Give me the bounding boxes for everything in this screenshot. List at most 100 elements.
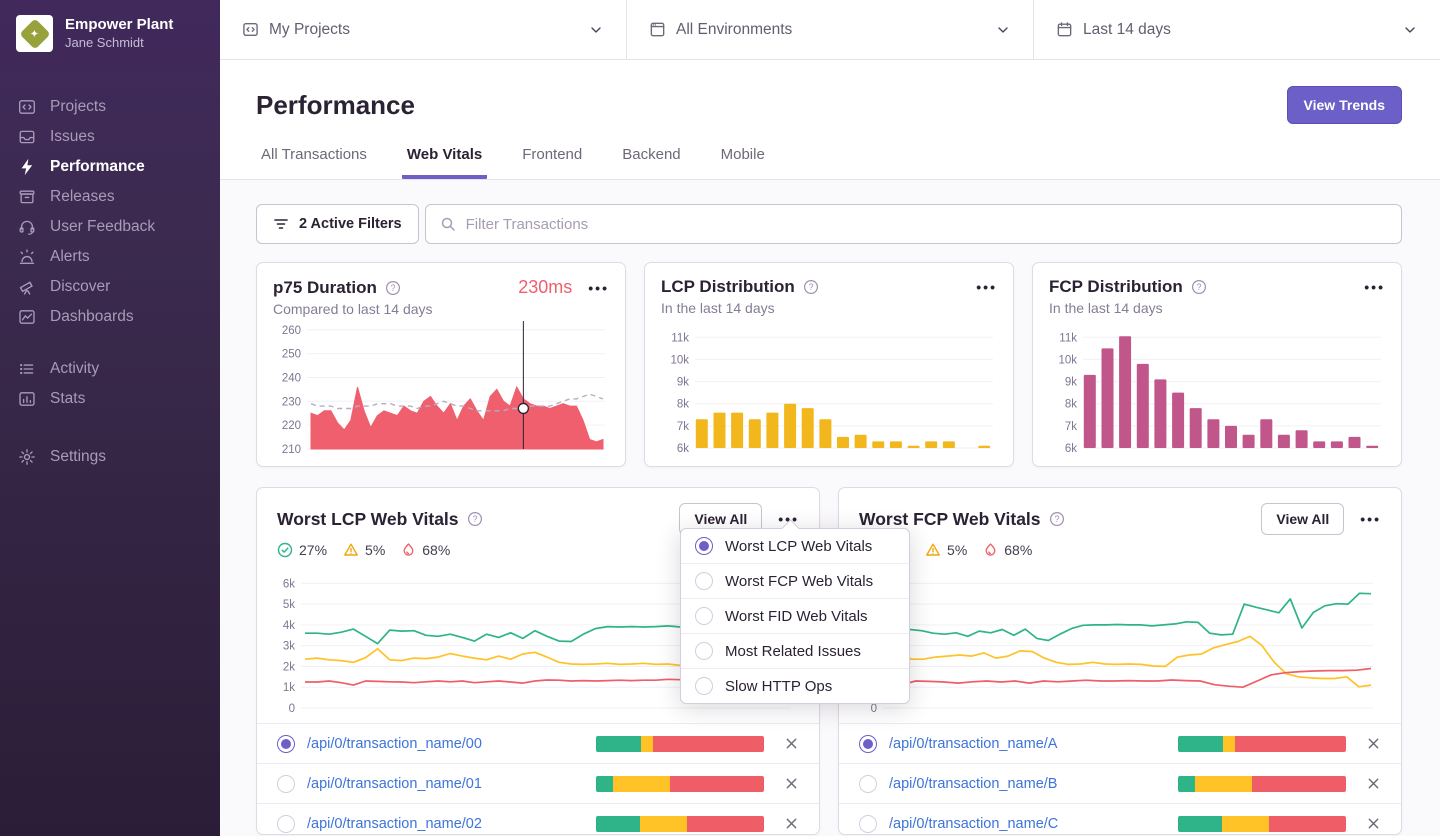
view-all-button[interactable]: View All — [1261, 503, 1345, 535]
sidebar: ✦ Empower Plant Jane Schmidt Projects Is… — [0, 0, 220, 836]
svg-text:9k: 9k — [677, 377, 689, 389]
view-trends-button[interactable]: View Trends — [1286, 86, 1402, 124]
org-name: Empower Plant — [65, 16, 174, 33]
chevron-down-icon — [998, 26, 1008, 33]
flame-icon — [403, 543, 414, 556]
svg-text:7k: 7k — [677, 421, 689, 433]
vitals-breakdown-bar — [596, 735, 764, 752]
project-selector[interactable]: My Projects — [220, 0, 626, 59]
help-icon[interactable]: ? — [1191, 279, 1207, 295]
flame-icon — [985, 543, 996, 556]
sidebar-item-issues[interactable]: Issues — [0, 122, 220, 152]
transaction-radio[interactable] — [277, 774, 295, 793]
card-title: LCP Distribution — [661, 277, 795, 296]
sidebar-item-dashboards[interactable]: Dashboards — [0, 302, 220, 332]
card-title: FCP Distribution — [1049, 277, 1183, 296]
tab-frontend[interactable]: Frontend — [517, 146, 587, 179]
sidebar-item-performance[interactable]: Performance — [0, 152, 220, 182]
page-title: Performance — [256, 89, 415, 120]
transaction-link[interactable]: /api/0/transaction_name/00 — [307, 736, 596, 752]
page-header: Performance View Trends All Transactions… — [220, 60, 1440, 180]
svg-text:?: ? — [390, 283, 395, 293]
svg-text:11k: 11k — [671, 332, 689, 344]
svg-text:0: 0 — [871, 703, 877, 715]
sidebar-item-releases[interactable]: Releases — [0, 182, 220, 212]
p75-value: 230ms — [518, 277, 573, 297]
transaction-radio[interactable] — [859, 734, 877, 753]
date-range-selector[interactable]: Last 14 days — [1033, 0, 1440, 59]
performance-icon — [21, 158, 33, 176]
active-filters-button[interactable]: 2 Active Filters — [256, 204, 419, 244]
close-icon[interactable] — [1366, 816, 1381, 831]
meh-stat: 5% — [925, 542, 967, 558]
user-feedback-icon — [19, 220, 35, 235]
search-icon — [441, 217, 455, 231]
close-icon[interactable] — [1366, 776, 1381, 791]
close-icon[interactable] — [784, 816, 799, 831]
card-menu-button[interactable]: ••• — [1356, 278, 1385, 296]
svg-text:2k: 2k — [283, 661, 295, 673]
close-icon[interactable] — [1366, 736, 1381, 751]
transaction-link[interactable]: /api/0/transaction_name/02 — [307, 816, 596, 832]
stats-icon — [19, 392, 35, 406]
tab-web-vitals[interactable]: Web Vitals — [401, 146, 488, 179]
help-icon[interactable]: ? — [385, 280, 401, 296]
global-filter-bar: My Projects All Environments Last 14 day… — [220, 0, 1440, 60]
tab-mobile[interactable]: Mobile — [716, 146, 770, 179]
svg-text:4k: 4k — [283, 620, 295, 632]
environment-selector[interactable]: All Environments — [626, 0, 1033, 59]
svg-text:7k: 7k — [1065, 421, 1077, 433]
svg-text:6k: 6k — [283, 578, 295, 590]
search-input[interactable] — [465, 215, 1387, 233]
transaction-list: /api/0/transaction_name/A /api/0/transac… — [839, 723, 1401, 834]
help-icon[interactable]: ? — [803, 279, 819, 295]
menu-item-most-related-issues[interactable]: Most Related Issues — [681, 633, 909, 668]
sidebar-item-stats[interactable]: Stats — [0, 384, 220, 414]
help-icon[interactable]: ? — [1049, 511, 1065, 527]
lcp-distribution-card: LCP Distribution ? ••• In the last 14 da… — [644, 262, 1014, 467]
close-icon[interactable] — [784, 736, 799, 751]
dashboards-icon — [19, 310, 35, 324]
transaction-radio[interactable] — [859, 814, 877, 833]
transaction-link[interactable]: /api/0/transaction_name/01 — [307, 776, 596, 792]
p75-duration-card: p75 Duration ? 230ms ••• Compared to las… — [256, 262, 626, 467]
card-subtitle: In the last 14 days — [1049, 300, 1163, 316]
help-icon[interactable]: ? — [467, 511, 483, 527]
transaction-radio[interactable] — [859, 774, 877, 793]
vitals-breakdown-bar — [596, 775, 764, 792]
menu-item-worst-fid[interactable]: Worst FID Web Vitals — [681, 598, 909, 633]
close-icon[interactable] — [784, 776, 799, 791]
card-menu-button[interactable]: ••• — [1352, 510, 1381, 528]
table-row: /api/0/transaction_name/02 — [257, 803, 819, 834]
org-logo-icon: ✦ — [16, 15, 53, 52]
transaction-search — [424, 204, 1402, 244]
org-switcher[interactable]: ✦ Empower Plant Jane Schmidt — [0, 0, 220, 62]
card-menu-button[interactable]: ••• — [580, 279, 609, 297]
svg-text:240: 240 — [282, 372, 301, 384]
transaction-link[interactable]: /api/0/transaction_name/A — [889, 736, 1178, 752]
svg-text:8k: 8k — [677, 399, 689, 411]
transaction-link[interactable]: /api/0/transaction_name/B — [889, 776, 1178, 792]
sidebar-item-activity[interactable]: Activity — [0, 354, 220, 384]
transaction-radio[interactable] — [277, 734, 295, 753]
worst-fcp-chart: 01k2k3k4k5k6k — [865, 578, 1373, 715]
menu-item-slow-http-ops[interactable]: Slow HTTP Ops — [681, 668, 909, 703]
transaction-radio[interactable] — [277, 814, 295, 833]
tab-all-transactions[interactable]: All Transactions — [256, 146, 372, 179]
transaction-link[interactable]: /api/0/transaction_name/C — [889, 816, 1178, 832]
sidebar-item-discover[interactable]: Discover — [0, 272, 220, 302]
svg-text:220: 220 — [282, 420, 301, 432]
menu-item-worst-lcp[interactable]: Worst LCP Web Vitals — [681, 529, 909, 563]
sidebar-item-projects[interactable]: Projects — [0, 92, 220, 122]
menu-radio — [695, 642, 713, 660]
sidebar-item-user-feedback[interactable]: User Feedback — [0, 212, 220, 242]
menu-item-worst-fcp[interactable]: Worst FCP Web Vitals — [681, 563, 909, 598]
svg-text:11k: 11k — [1059, 332, 1077, 344]
tab-backend[interactable]: Backend — [617, 146, 685, 179]
poor-stat: 68% — [983, 542, 1032, 558]
svg-text:1k: 1k — [283, 682, 295, 694]
sidebar-item-settings[interactable]: Settings — [0, 442, 220, 472]
svg-text:230: 230 — [282, 396, 301, 408]
sidebar-item-alerts[interactable]: Alerts — [0, 242, 220, 272]
card-menu-button[interactable]: ••• — [968, 278, 997, 296]
